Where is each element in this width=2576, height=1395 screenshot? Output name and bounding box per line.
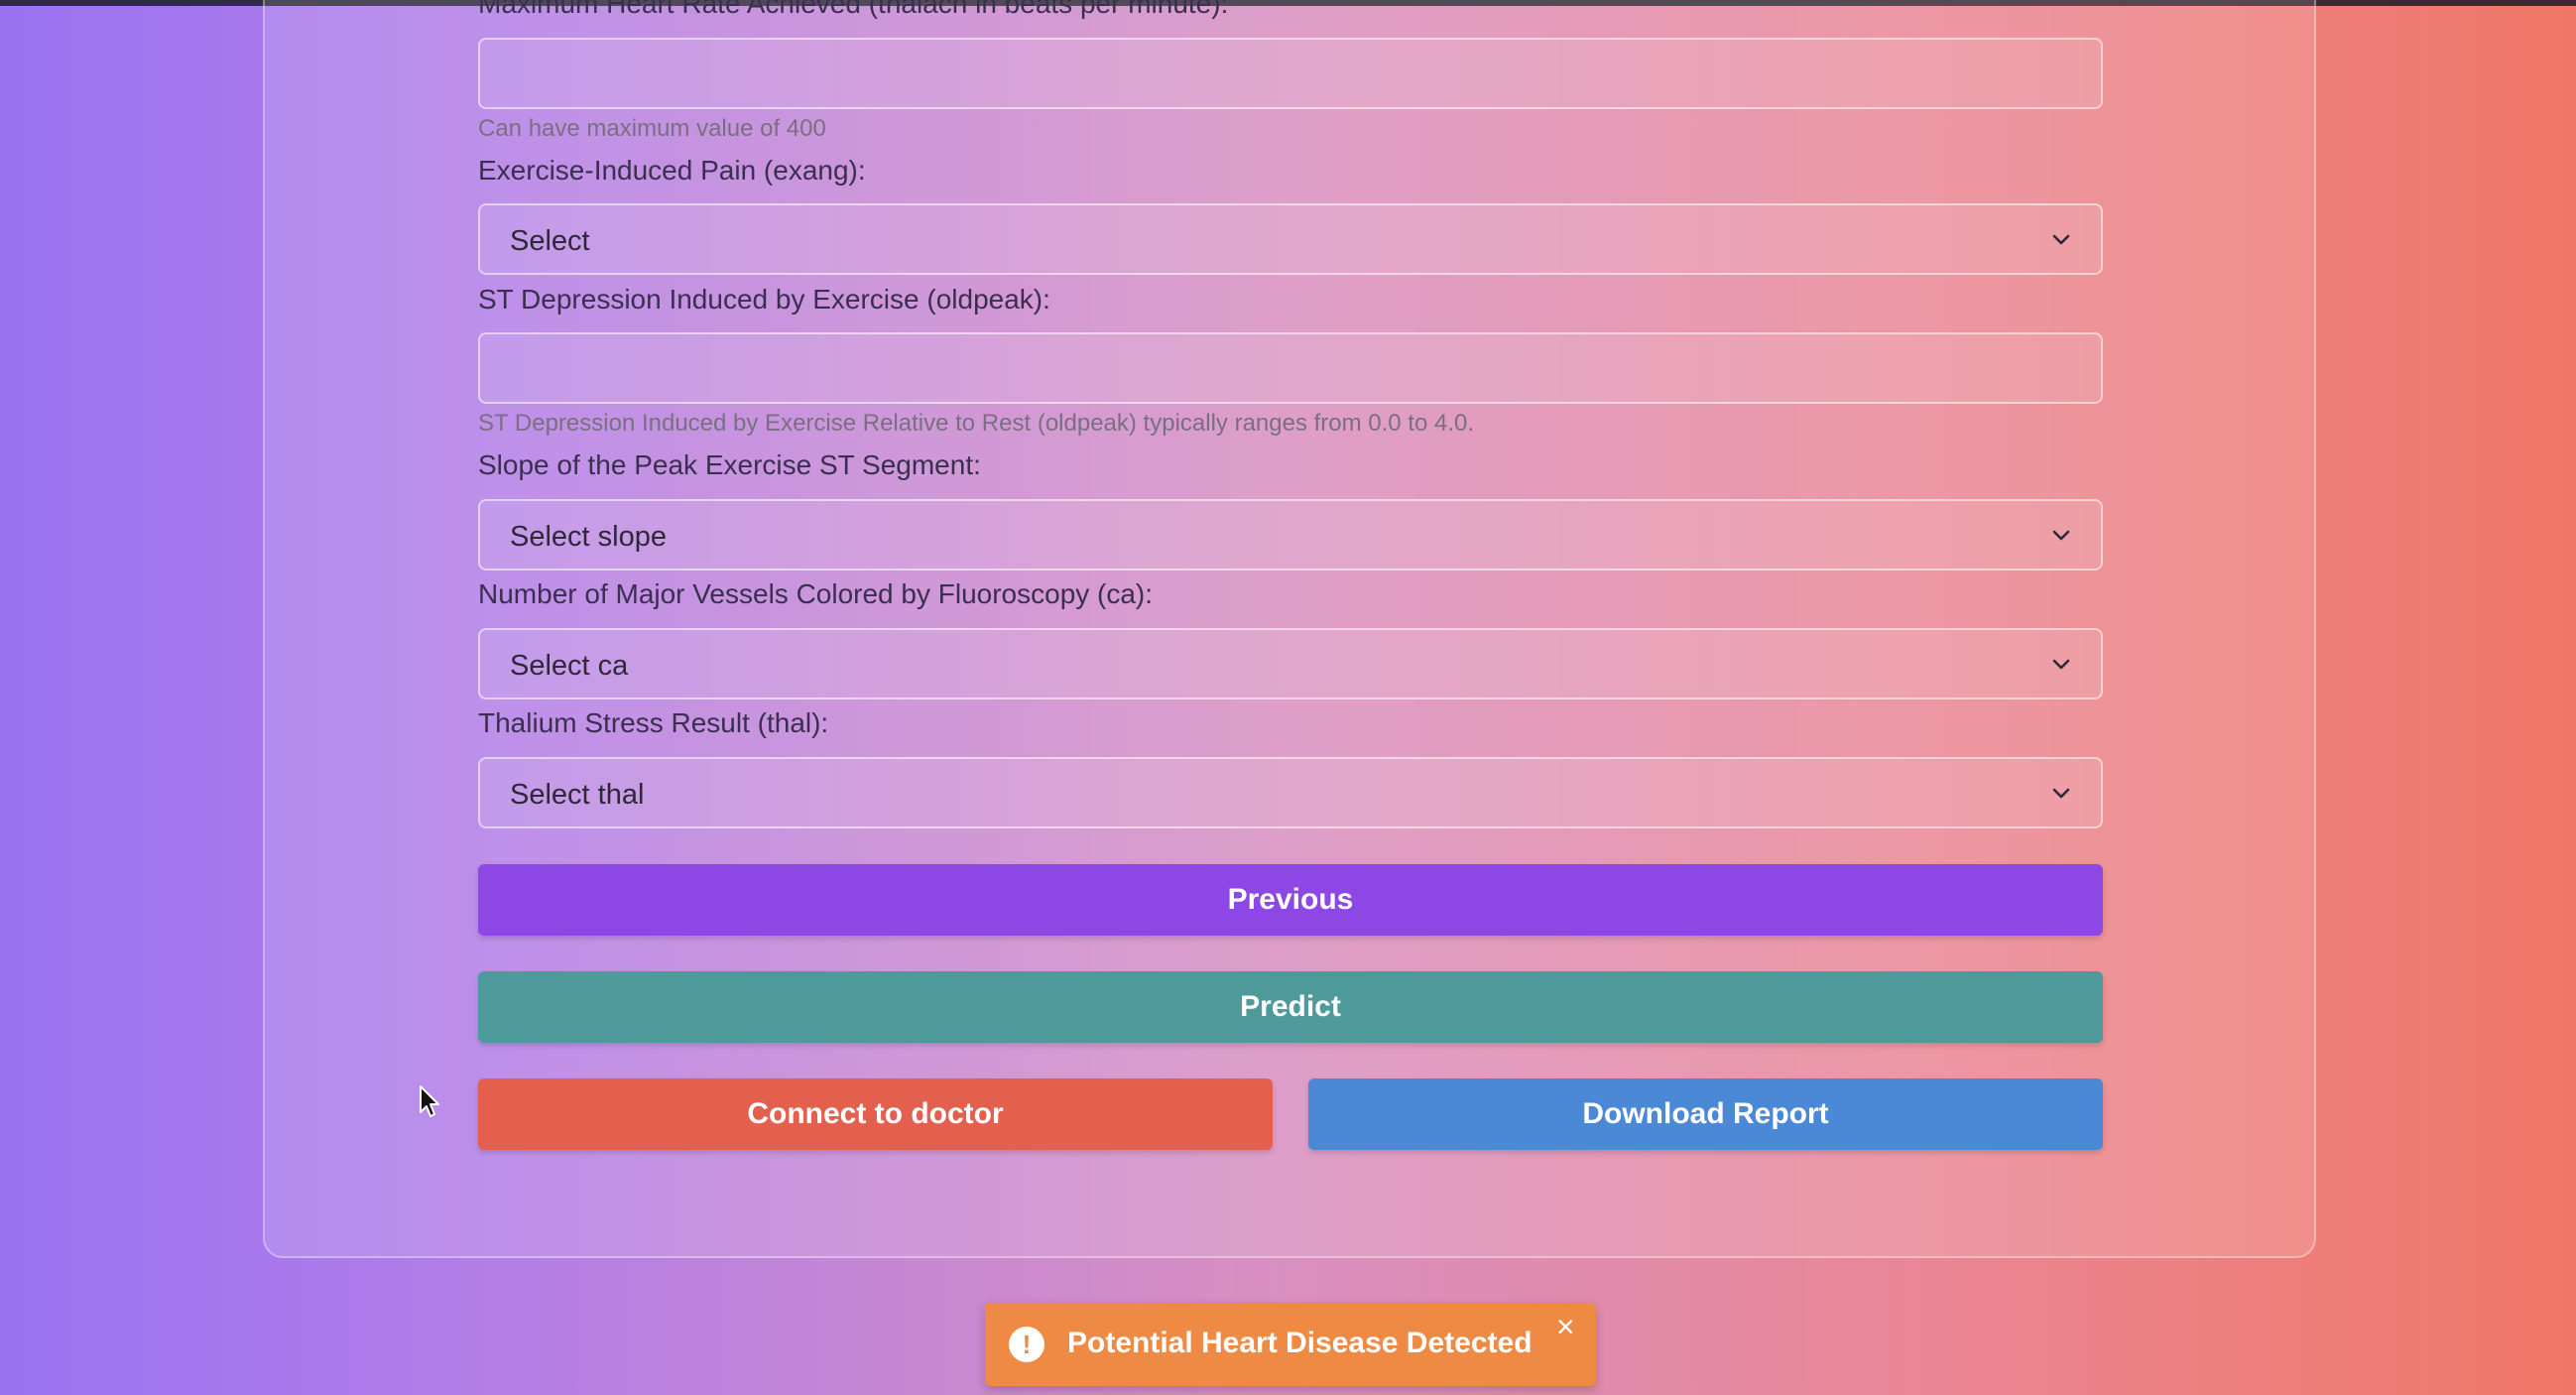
- thal-select-value: Select thal: [510, 779, 645, 811]
- thal-select[interactable]: Select thal: [478, 757, 2103, 828]
- ca-select-value: Select ca: [510, 650, 629, 682]
- exang-select-value: Select: [510, 225, 590, 257]
- alert-icon: !: [1009, 1327, 1044, 1362]
- heart-disease-alert-toast: ! Potential Heart Disease Detected ×: [985, 1303, 1596, 1386]
- chevron-down-icon: [2052, 234, 2070, 245]
- slope-select-value: Select slope: [510, 521, 667, 553]
- close-icon[interactable]: ×: [1556, 1311, 1575, 1342]
- slope-select[interactable]: Select slope: [478, 499, 2103, 571]
- chevron-down-icon: [2052, 659, 2070, 670]
- ca-label: Number of Major Vessels Colored by Fluor…: [478, 578, 1154, 609]
- oldpeak-hint: ST Depression Induced by Exercise Relati…: [478, 410, 1475, 437]
- connect-to-doctor-button[interactable]: Connect to doctor: [478, 1078, 1273, 1150]
- thalach-input[interactable]: [478, 38, 2103, 109]
- chevron-down-icon: [2052, 530, 2070, 541]
- exang-label: Exercise-Induced Pain (exang):: [478, 155, 866, 186]
- thalach-label: Maximum Heart Rate Achieved (thalach in …: [478, 0, 1229, 19]
- oldpeak-input[interactable]: [478, 332, 2103, 404]
- oldpeak-label: ST Depression Induced by Exercise (oldpe…: [478, 284, 1050, 315]
- download-report-button[interactable]: Download Report: [1308, 1078, 2103, 1150]
- previous-button[interactable]: Previous: [478, 864, 2103, 936]
- slope-label: Slope of the Peak Exercise ST Segment:: [478, 449, 981, 480]
- predict-button[interactable]: Predict: [478, 971, 2103, 1043]
- thal-label: Thalium Stress Result (thal):: [478, 707, 829, 738]
- ca-select[interactable]: Select ca: [478, 628, 2103, 699]
- chevron-down-icon: [2052, 788, 2070, 799]
- thalach-hint: Can have maximum value of 400: [478, 115, 826, 142]
- toast-message: Potential Heart Disease Detected: [1067, 1327, 1533, 1359]
- exang-select[interactable]: Select: [478, 203, 2103, 275]
- mouse-cursor-icon: [420, 1085, 439, 1117]
